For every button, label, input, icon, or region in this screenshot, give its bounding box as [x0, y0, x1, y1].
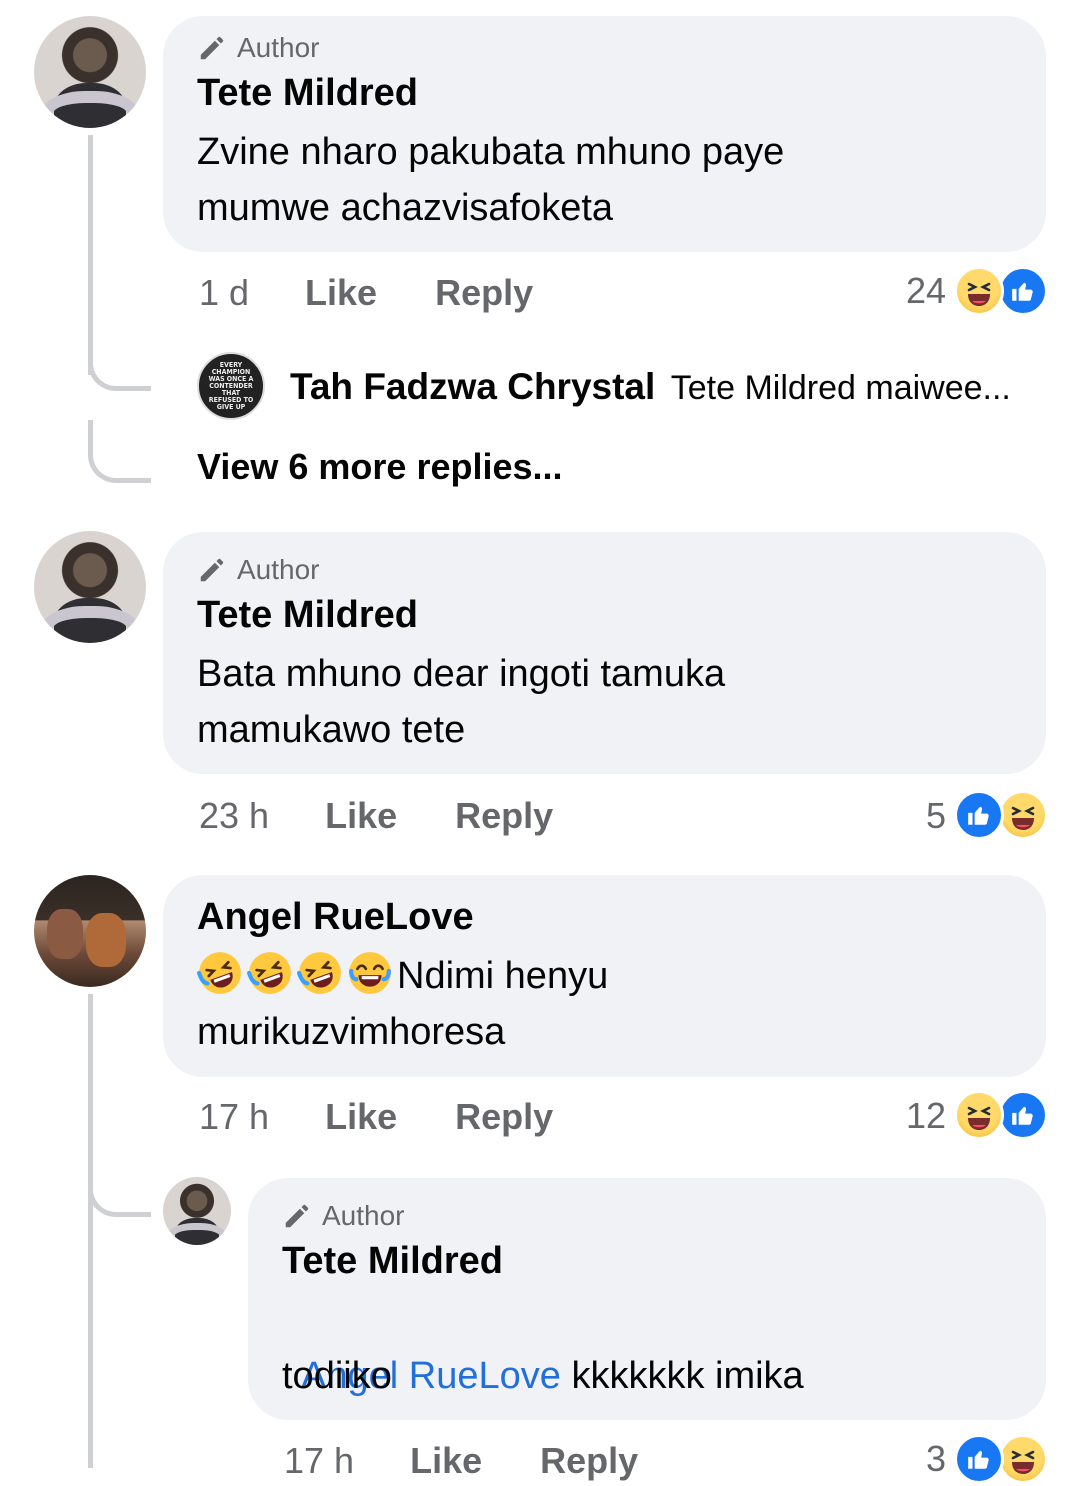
- reply-button[interactable]: Reply: [455, 1096, 553, 1138]
- avatar-angel-ruelove[interactable]: [34, 875, 146, 987]
- rolling-on-floor-laughing-icon: [297, 952, 341, 994]
- view-more-replies-link[interactable]: View 6 more replies...: [197, 446, 563, 488]
- comment-meta: 17 h Like Reply: [284, 1440, 638, 1482]
- like-button[interactable]: Like: [325, 1096, 397, 1138]
- comment-text-line: Zvine nharo pakubata mhuno paye: [197, 131, 785, 173]
- timestamp[interactable]: 17 h: [199, 1096, 269, 1138]
- reaction-count[interactable]: 3: [890, 1438, 946, 1480]
- comment-meta: 1 d Like Reply: [199, 272, 533, 314]
- timestamp[interactable]: 23 h: [199, 795, 269, 837]
- avatar-tete-mildred[interactable]: [34, 531, 146, 643]
- thread-branch: [88, 1160, 151, 1217]
- thread-line: [88, 994, 93, 1468]
- avatar-quote-text: EVERY CHAMPION WAS ONCE A CONTENDER THAT…: [208, 360, 254, 411]
- reply-button[interactable]: Reply: [455, 795, 553, 837]
- comment-text: Ndimi henyu: [397, 955, 609, 997]
- like-reaction-icon: [954, 1434, 1004, 1484]
- avatar-tete-mildred[interactable]: [163, 1177, 231, 1245]
- commenter-name[interactable]: Tete Mildred: [197, 594, 418, 637]
- timestamp[interactable]: 1 d: [199, 272, 249, 314]
- reaction-count[interactable]: 12: [890, 1095, 946, 1137]
- reply-preview[interactable]: Tah Fadzwa Chrystal Tete Mildred maiwee.…: [290, 366, 1011, 408]
- like-reaction-icon: [954, 790, 1004, 840]
- reply-preview-text: Tete Mildred maiwee...: [670, 369, 1011, 407]
- thread-line: [88, 135, 93, 375]
- rolling-on-floor-laughing-icon: [247, 952, 291, 994]
- timestamp[interactable]: 17 h: [284, 1440, 354, 1482]
- like-button[interactable]: Like: [410, 1440, 482, 1482]
- reaction-count[interactable]: 24: [890, 270, 946, 312]
- like-reaction-icon: [998, 266, 1048, 316]
- tears-of-joy-icon: [349, 952, 391, 994]
- haha-reaction-icon: [954, 266, 1004, 316]
- comment-text-line: Ndimi henyu: [197, 948, 608, 1004]
- commenter-name[interactable]: Tete Mildred: [197, 72, 418, 115]
- pencil-icon: [200, 558, 224, 582]
- haha-reaction-icon: [998, 1434, 1048, 1484]
- avatar-tete-mildred[interactable]: [34, 16, 146, 128]
- author-badge: Author: [282, 1200, 405, 1232]
- comment-text: kkkkkkk imika: [560, 1355, 804, 1397]
- rolling-on-floor-laughing-icon: [197, 952, 241, 994]
- like-button[interactable]: Like: [325, 795, 397, 837]
- author-badge-label: Author: [237, 32, 320, 63]
- comment-text-line: todiiko: [282, 1355, 392, 1397]
- comment-text-line: mumwe achazvisafoketa: [197, 187, 614, 229]
- pencil-icon: [200, 36, 224, 60]
- comment-text-line: mamukawo tete: [197, 709, 466, 751]
- reply-preview-name[interactable]: Tah Fadzwa Chrystal: [290, 366, 655, 407]
- avatar-tah-fadzwa-chrystal[interactable]: EVERY CHAMPION WAS ONCE A CONTENDER THAT…: [197, 352, 265, 420]
- comment-text-line: Bata mhuno dear ingoti tamuka: [197, 653, 726, 695]
- reply-button[interactable]: Reply: [540, 1440, 638, 1482]
- comment-meta: 23 h Like Reply: [199, 795, 553, 837]
- commenter-name[interactable]: Tete Mildred: [282, 1240, 503, 1283]
- author-badge-label: Author: [322, 1200, 405, 1231]
- thread-branch: [88, 420, 151, 483]
- like-reaction-icon: [998, 1090, 1048, 1140]
- comment-meta: 17 h Like Reply: [199, 1096, 553, 1138]
- reply-button[interactable]: Reply: [435, 272, 533, 314]
- author-badge: Author: [197, 32, 320, 64]
- author-badge: Author: [197, 554, 320, 586]
- reaction-count[interactable]: 5: [890, 795, 946, 837]
- comment-text-line: murikuzvimhoresa: [197, 1011, 506, 1053]
- pencil-icon: [285, 1204, 309, 1228]
- like-button[interactable]: Like: [305, 272, 377, 314]
- haha-reaction-icon: [998, 790, 1048, 840]
- haha-reaction-icon: [954, 1090, 1004, 1140]
- commenter-name[interactable]: Angel RueLove: [197, 896, 474, 939]
- author-badge-label: Author: [237, 554, 320, 585]
- thread-branch: [88, 340, 151, 391]
